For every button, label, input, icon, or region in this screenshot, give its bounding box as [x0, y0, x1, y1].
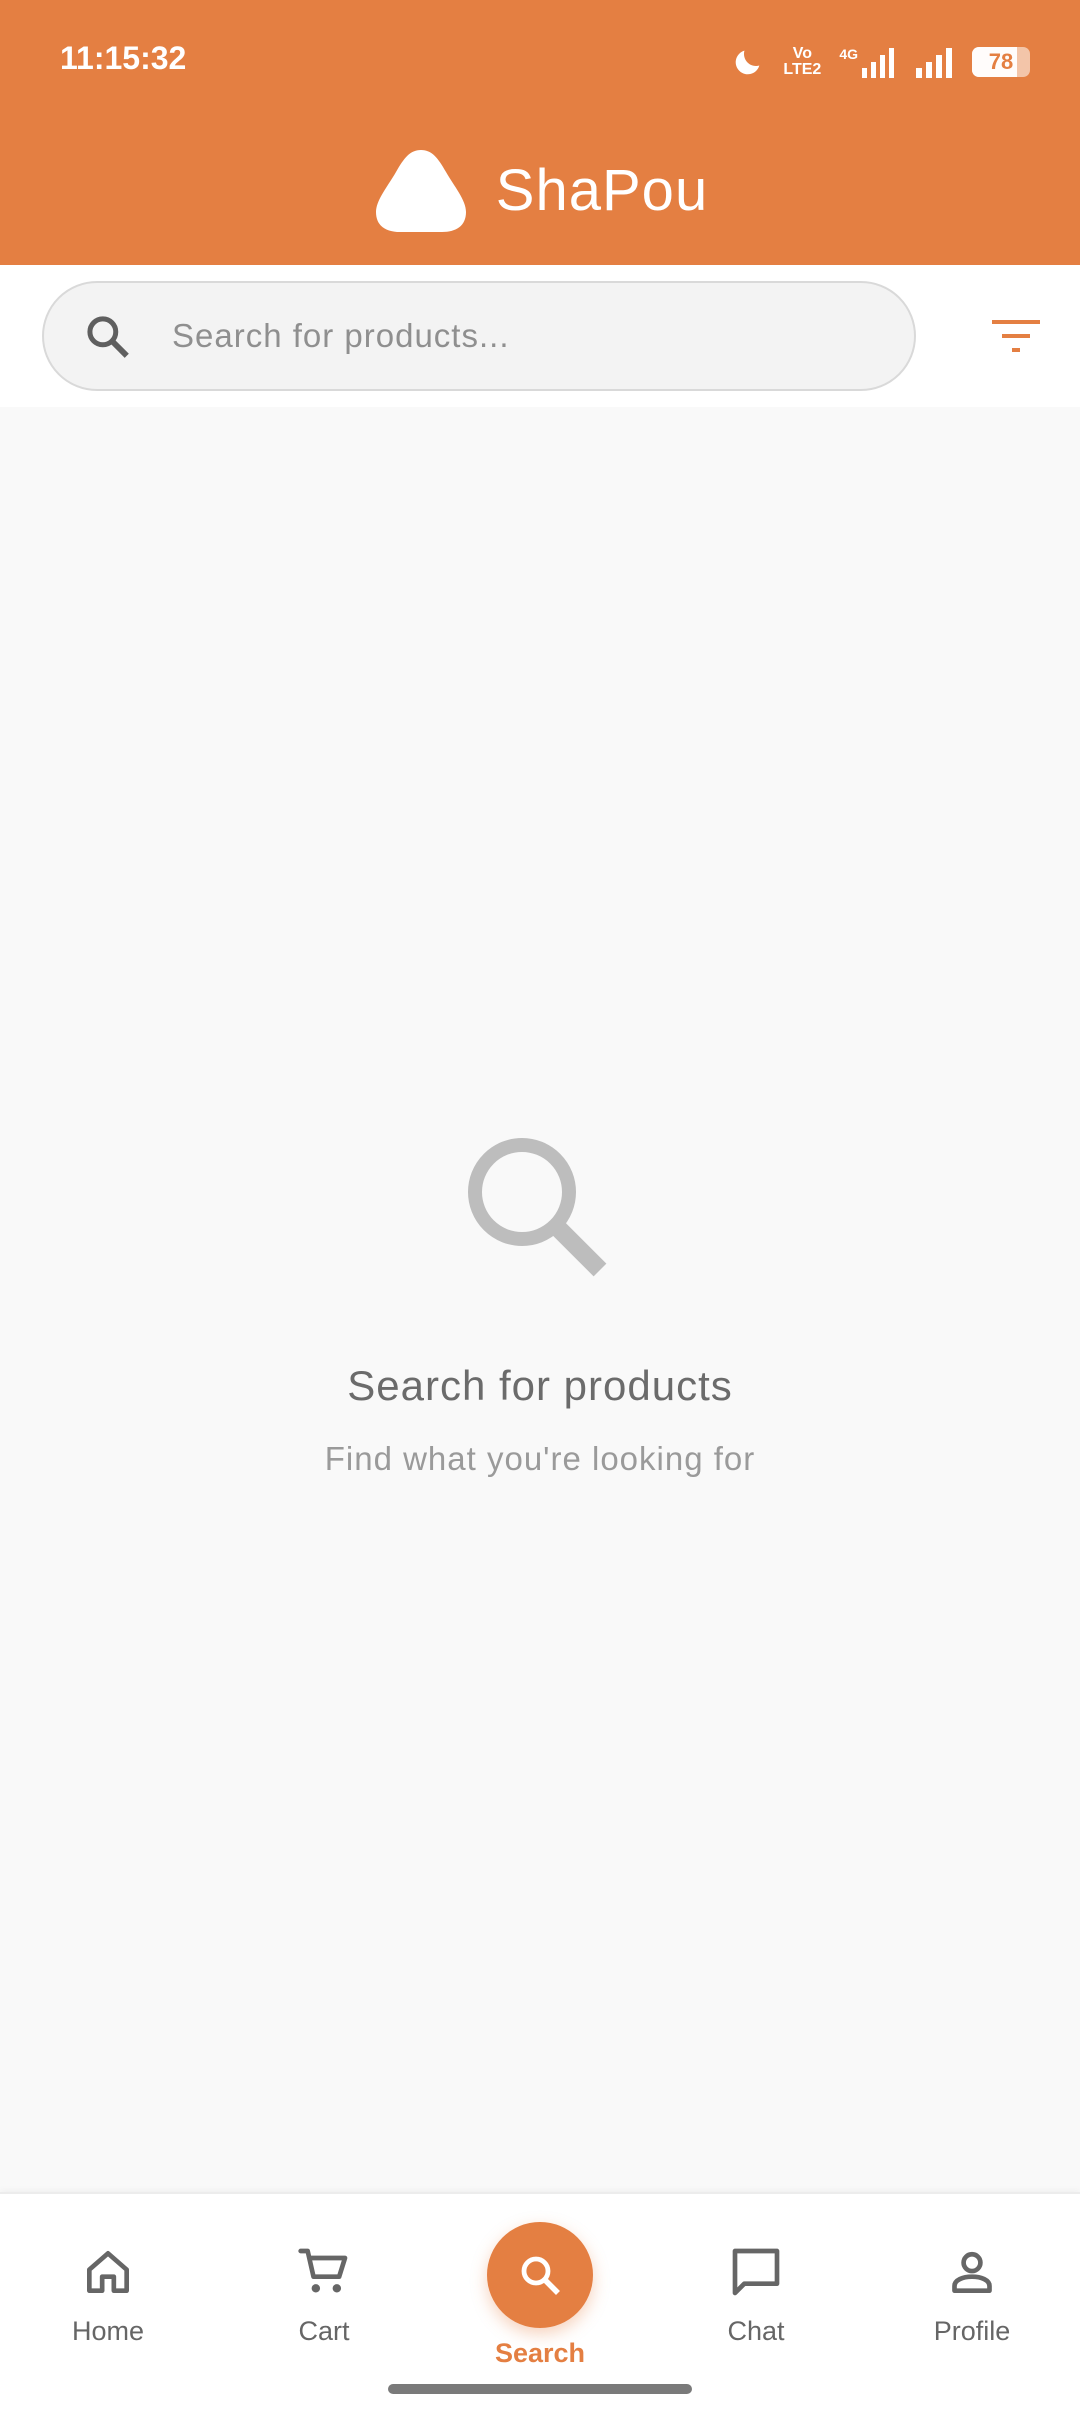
logo-icon [375, 150, 466, 232]
home-indicator[interactable] [388, 2384, 692, 2394]
signal-bars-icon-2 [916, 48, 952, 78]
filter-button[interactable] [988, 311, 1044, 361]
nav-home[interactable]: Home [0, 2194, 216, 2384]
status-icons: Vo LTE2 4G 78 [731, 38, 1030, 86]
moon-icon [736, 50, 760, 75]
nav-cart[interactable]: Cart [216, 2194, 432, 2384]
search-icon [87, 316, 129, 358]
search-bar-row [0, 265, 1080, 407]
nav-cart-label: Cart [298, 2316, 350, 2346]
search-icon [521, 2256, 560, 2295]
nav-profile-label: Profile [933, 2316, 1011, 2346]
search-input[interactable] [172, 306, 914, 366]
signal-bars-icon [862, 48, 894, 78]
nav-search-active-circle [487, 2222, 593, 2328]
signal-1: 4G [839, 46, 896, 78]
home-icon [87, 2251, 129, 2293]
status-time: 11:15:32 [60, 40, 187, 76]
search-screen: 11:15:32 Vo LTE2 4G 78 ShaPou Search for… [0, 0, 1080, 2412]
battery-indicator: 78 [972, 47, 1030, 77]
nav-home-label: Home [71, 2316, 145, 2346]
app-header: 11:15:32 Vo LTE2 4G 78 ShaPou [0, 0, 1080, 265]
search-large-icon [468, 1138, 607, 1277]
app-name: ShaPou [495, 157, 709, 223]
nav-profile[interactable]: Profile [864, 2194, 1080, 2384]
empty-state: Search for products Find what you're loo… [0, 1130, 1080, 1478]
network-type: 4G [839, 46, 858, 62]
search-field[interactable] [42, 281, 916, 391]
bottom-navigation: Home Cart Search Chat Profile [0, 2192, 1080, 2412]
filter-icon [992, 320, 1040, 352]
volte-indicator: Vo LTE2 [783, 45, 822, 78]
nav-chat-label: Chat [727, 2316, 785, 2346]
profile-icon [952, 2251, 992, 2293]
empty-state-title: Search for products [347, 1362, 733, 1409]
nav-chat[interactable]: Chat [648, 2194, 864, 2384]
empty-state-subtitle: Find what you're looking for [324, 1440, 756, 1477]
chat-icon [732, 2248, 780, 2296]
battery-icon: 78 [972, 47, 1030, 77]
cart-icon [298, 2248, 348, 2293]
nav-search[interactable]: Search [432, 2194, 648, 2384]
nav-search-label: Search [494, 2338, 586, 2368]
brand: ShaPou [0, 140, 1080, 240]
